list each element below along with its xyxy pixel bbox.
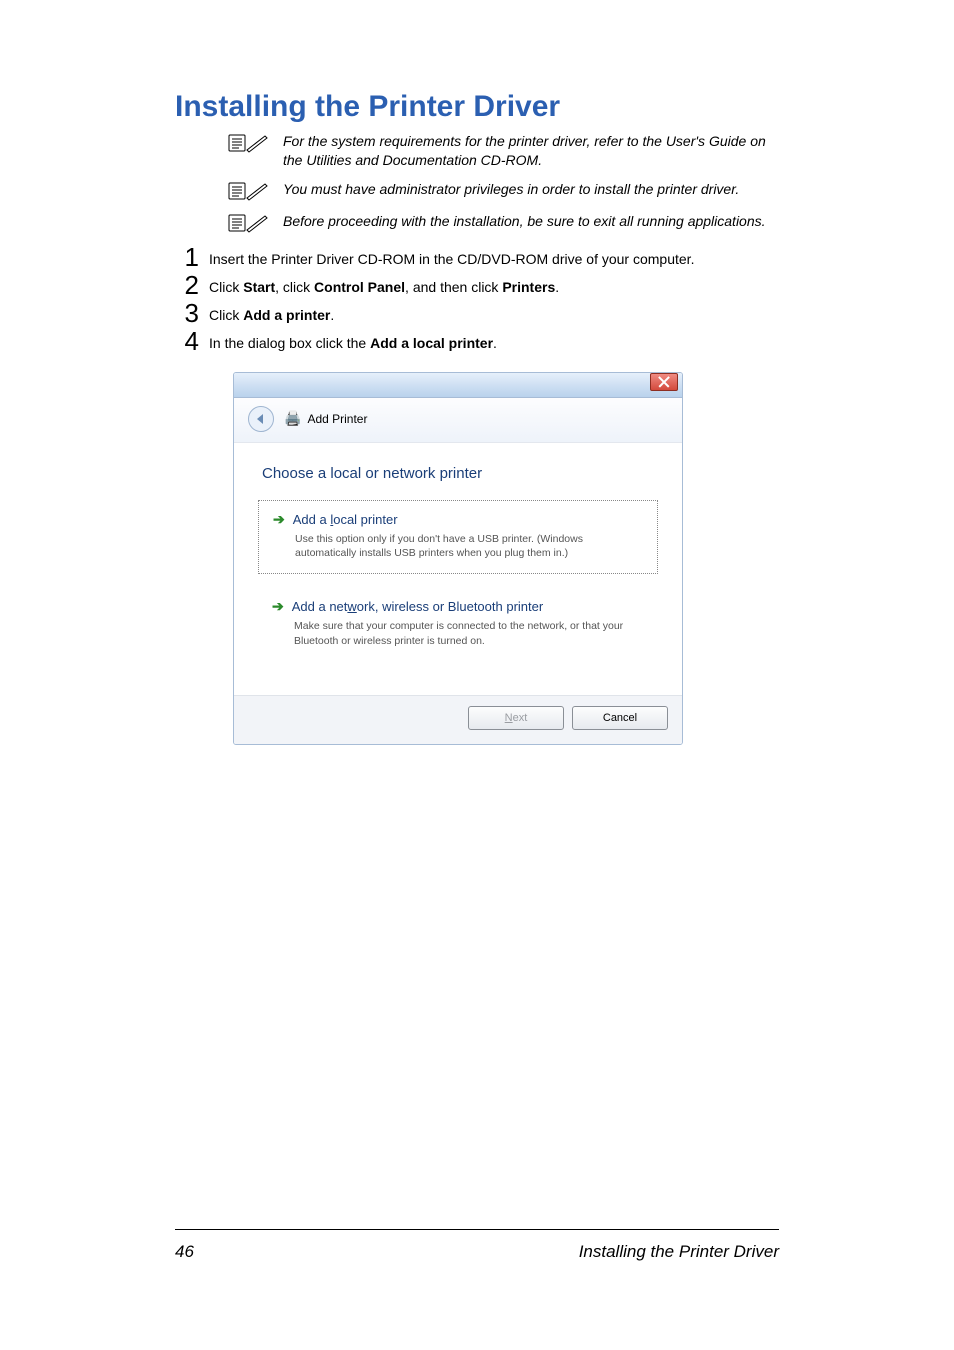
note-1: For the system requirements for the prin…	[175, 132, 779, 170]
note-icon	[227, 132, 269, 154]
step-2: 2 Click Start, click Control Panel, and …	[175, 272, 779, 298]
wizard-title: Add Printer	[307, 412, 367, 426]
wizard-screenshot: 🖨️ Add Printer Choose a local or network…	[233, 372, 683, 745]
step-number: 2	[175, 272, 199, 298]
note-text: You must have administrator privileges i…	[283, 180, 739, 199]
option-desc: Make sure that your computer is connecte…	[294, 619, 644, 648]
back-arrow-icon	[257, 414, 263, 424]
option-desc: Use this option only if you don't have a…	[295, 532, 643, 561]
next-button[interactable]: Next	[468, 706, 564, 730]
step-1: 1 Insert the Printer Driver CD-ROM in th…	[175, 244, 779, 270]
page-footer: 46 Installing the Printer Driver	[175, 1242, 779, 1262]
arrow-right-icon: ➔	[273, 511, 285, 528]
step-4: 4 In the dialog box click the Add a loca…	[175, 328, 779, 354]
note-icon	[227, 180, 269, 202]
close-icon[interactable]	[650, 373, 678, 391]
wizard-header: 🖨️ Add Printer	[234, 398, 682, 443]
note-3: Before proceeding with the installation,…	[175, 212, 779, 234]
note-2: You must have administrator privileges i…	[175, 180, 779, 202]
running-header: Installing the Printer Driver	[579, 1242, 779, 1262]
option-title: Add a network, wireless or Bluetooth pri…	[292, 599, 543, 614]
note-text: Before proceeding with the installation,…	[283, 212, 766, 231]
page-number: 46	[175, 1242, 194, 1262]
footer-divider	[175, 1229, 779, 1230]
back-button[interactable]	[248, 406, 274, 432]
page-title: Installing the Printer Driver	[175, 90, 779, 124]
printer-icon: 🖨️	[284, 410, 301, 427]
wizard-heading: Choose a local or network printer	[262, 465, 658, 482]
step-number: 1	[175, 244, 199, 270]
option-title: Add a local printer	[293, 512, 398, 527]
step-3: 3 Click Add a printer.	[175, 300, 779, 326]
step-text: Insert the Printer Driver CD-ROM in the …	[209, 244, 694, 270]
step-text: In the dialog box click the Add a local …	[209, 328, 497, 354]
step-text: Click Start, click Control Panel, and th…	[209, 272, 559, 298]
note-text: For the system requirements for the prin…	[283, 132, 779, 170]
option-add-network-printer[interactable]: ➔ Add a network, wireless or Bluetooth p…	[258, 588, 658, 660]
note-icon	[227, 212, 269, 234]
steps-list: 1 Insert the Printer Driver CD-ROM in th…	[175, 244, 779, 354]
arrow-right-icon: ➔	[272, 598, 284, 615]
cancel-button[interactable]: Cancel	[572, 706, 668, 730]
wizard-buttons: Next Cancel	[234, 695, 682, 744]
step-number: 4	[175, 328, 199, 354]
step-number: 3	[175, 300, 199, 326]
step-text: Click Add a printer.	[209, 300, 334, 326]
option-add-local-printer[interactable]: ➔ Add a local printer Use this option on…	[258, 500, 658, 574]
window-titlebar	[234, 373, 682, 398]
